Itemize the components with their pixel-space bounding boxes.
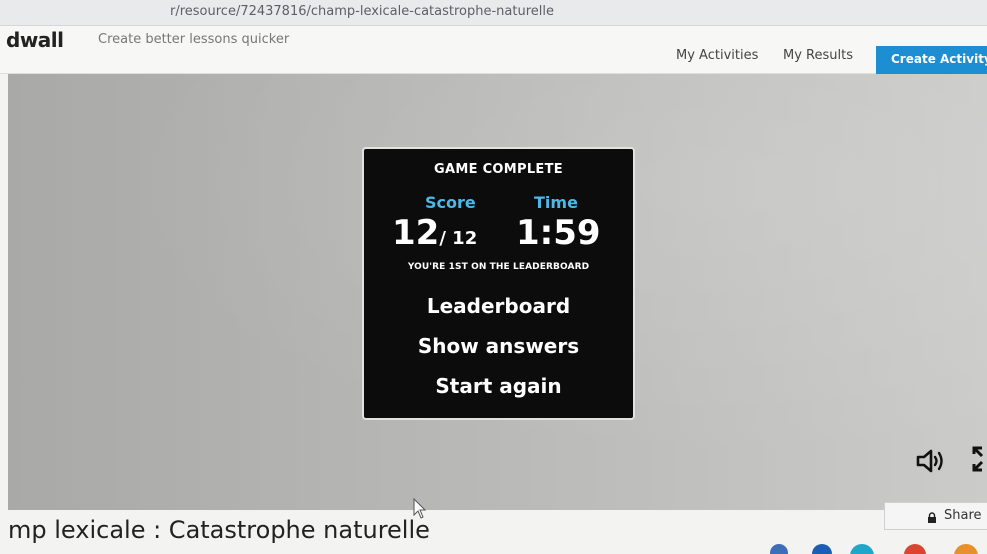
create-activity-button[interactable]: Create Activity [876,46,987,74]
game-stage[interactable]: GAME COMPLETE Score Time 12/ 12 1:59 YOU… [8,74,987,510]
game-complete-title: GAME COMPLETE [434,162,563,177]
screen: r/resource/72437816/champ-lexicale-catas… [0,0,987,554]
score-value: 12/ 12 [392,213,477,253]
lock-icon [928,512,936,523]
fullscreen-icon[interactable] [970,444,987,474]
chrome-icon[interactable] [904,544,926,554]
leaderboard-button[interactable]: Leaderboard [364,294,633,318]
sound-icon[interactable] [916,448,946,474]
site-tagline: Create better lessons quicker [98,32,290,47]
show-answers-button[interactable]: Show answers [364,334,633,358]
leaderboard-rank-note: YOU'RE 1ST ON THE LEADERBOARD [407,262,590,272]
browser-url-bar[interactable]: r/resource/72437816/champ-lexicale-catas… [0,0,987,26]
share-button[interactable]: Share [884,502,987,530]
score-number: 12 [392,213,440,253]
share-label: Share [944,508,982,523]
page-title: mp lexicale : Catastrophe naturelle [8,516,430,544]
game-complete-panel: GAME COMPLETE Score Time 12/ 12 1:59 YOU… [362,147,635,420]
score-total: / 12 [439,228,478,249]
firefox-icon[interactable] [954,544,978,554]
taskbar-app-icon[interactable] [770,544,788,554]
start-again-button[interactable]: Start again [364,374,633,398]
time-value: 1:59 [516,213,601,253]
time-label: Time [534,193,578,212]
url-text[interactable]: r/resource/72437816/champ-lexicale-catas… [170,4,554,19]
nav-my-results[interactable]: My Results [783,48,853,63]
taskbar-app-icon[interactable] [812,544,832,554]
score-label: Score [425,193,476,212]
taskbar-app-icon[interactable] [850,544,874,554]
mouse-cursor-icon [413,498,427,519]
site-header: dwall Create better lessons quicker My A… [0,26,987,74]
nav-my-activities[interactable]: My Activities [676,48,758,63]
site-logo[interactable]: dwall [6,28,64,52]
